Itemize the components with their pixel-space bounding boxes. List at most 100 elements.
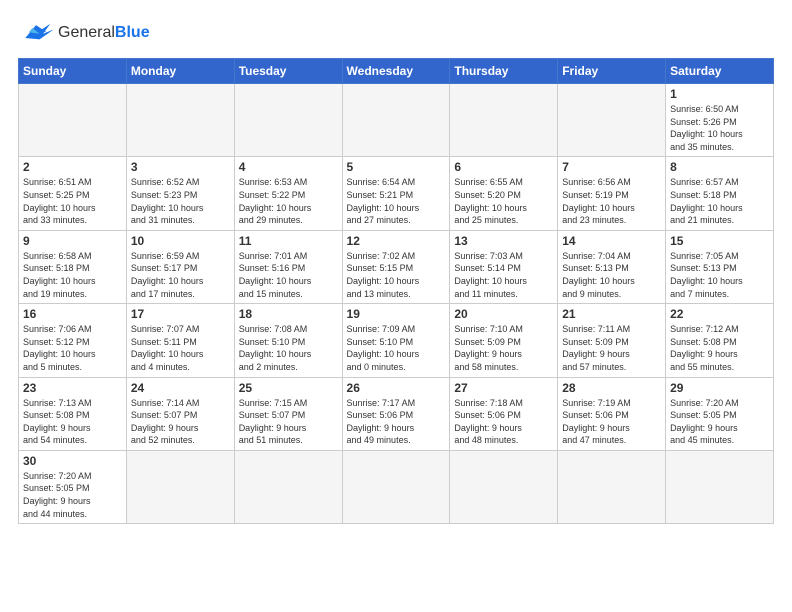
weekday-sunday: Sunday — [19, 59, 127, 84]
day-info: Sunrise: 6:56 AM Sunset: 5:19 PM Dayligh… — [562, 176, 661, 226]
day-number: 21 — [562, 307, 661, 321]
calendar-cell — [558, 84, 666, 157]
day-info: Sunrise: 6:57 AM Sunset: 5:18 PM Dayligh… — [670, 176, 769, 226]
week-row-5: 23 Sunrise: 7:13 AM Sunset: 5:08 PM Dayli… — [19, 377, 774, 450]
calendar-cell: 24Sunrise: 7:14 AM Sunset: 5:07 PM Dayli… — [126, 377, 234, 450]
day-number: 29 — [670, 381, 769, 395]
weekday-saturday: Saturday — [666, 59, 774, 84]
day-info: Sunrise: 7:19 AM Sunset: 5:06 PM Dayligh… — [562, 397, 661, 447]
calendar-cell: 2Sunrise: 6:51 AM Sunset: 5:25 PM Daylig… — [19, 157, 127, 230]
day-info: Sunrise: 6:59 AM Sunset: 5:17 PM Dayligh… — [131, 250, 230, 300]
day-number: 5 — [347, 160, 446, 174]
calendar-cell — [19, 84, 127, 157]
calendar-cell — [234, 450, 342, 523]
calendar-cell: 22Sunrise: 7:12 AM Sunset: 5:08 PM Dayli… — [666, 304, 774, 377]
day-info: Sunrise: 6:55 AM Sunset: 5:20 PM Dayligh… — [454, 176, 553, 226]
header: GeneralBlue — [18, 18, 774, 48]
day-info: Sunrise: 7:09 AM Sunset: 5:10 PM Dayligh… — [347, 323, 446, 373]
day-number: 7 — [562, 160, 661, 174]
day-info: Sunrise: 7:20 AM Sunset: 5:05 PM Dayligh… — [670, 397, 769, 447]
calendar-cell: 25Sunrise: 7:15 AM Sunset: 5:07 PM Dayli… — [234, 377, 342, 450]
day-info: Sunrise: 7:02 AM Sunset: 5:15 PM Dayligh… — [347, 250, 446, 300]
day-info: Sunrise: 7:01 AM Sunset: 5:16 PM Dayligh… — [239, 250, 338, 300]
calendar-cell: 9 Sunrise: 6:58 AM Sunset: 5:18 PM Daylig… — [19, 230, 127, 303]
day-number: 16 — [23, 307, 122, 321]
calendar-cell: 19Sunrise: 7:09 AM Sunset: 5:10 PM Dayli… — [342, 304, 450, 377]
calendar-cell: 30Sunrise: 7:20 AM Sunset: 5:05 PM Dayli… — [19, 450, 127, 523]
calendar-cell: 7 Sunrise: 6:56 AM Sunset: 5:19 PM Daylig… — [558, 157, 666, 230]
page: GeneralBlue SundayMondayTuesdayWednesday… — [0, 0, 792, 612]
day-info: Sunrise: 7:10 AM Sunset: 5:09 PM Dayligh… — [454, 323, 553, 373]
day-info: Sunrise: 7:18 AM Sunset: 5:06 PM Dayligh… — [454, 397, 553, 447]
calendar-cell: 20Sunrise: 7:10 AM Sunset: 5:09 PM Dayli… — [450, 304, 558, 377]
day-info: Sunrise: 6:52 AM Sunset: 5:23 PM Dayligh… — [131, 176, 230, 226]
calendar-cell — [126, 84, 234, 157]
day-number: 4 — [239, 160, 338, 174]
week-row-2: 2Sunrise: 6:51 AM Sunset: 5:25 PM Daylig… — [19, 157, 774, 230]
day-number: 3 — [131, 160, 230, 174]
calendar-cell: 23 Sunrise: 7:13 AM Sunset: 5:08 PM Dayli… — [19, 377, 127, 450]
week-row-4: 16 Sunrise: 7:06 AM Sunset: 5:12 PM Dayli… — [19, 304, 774, 377]
day-number: 28 — [562, 381, 661, 395]
calendar-cell — [234, 84, 342, 157]
calendar-cell: 1 Sunrise: 6:50 AM Sunset: 5:26 PM Daylig… — [666, 84, 774, 157]
weekday-header-row: SundayMondayTuesdayWednesdayThursdayFrid… — [19, 59, 774, 84]
day-info: Sunrise: 6:58 AM Sunset: 5:18 PM Dayligh… — [23, 250, 122, 300]
day-number: 12 — [347, 234, 446, 248]
day-number: 17 — [131, 307, 230, 321]
calendar-cell — [666, 450, 774, 523]
day-info: Sunrise: 6:53 AM Sunset: 5:22 PM Dayligh… — [239, 176, 338, 226]
day-info: Sunrise: 7:17 AM Sunset: 5:06 PM Dayligh… — [347, 397, 446, 447]
day-number: 27 — [454, 381, 553, 395]
calendar-cell: 4 Sunrise: 6:53 AM Sunset: 5:22 PM Daylig… — [234, 157, 342, 230]
day-number: 13 — [454, 234, 553, 248]
logo-text-block: GeneralBlue — [58, 24, 150, 42]
calendar-cell: 18 Sunrise: 7:08 AM Sunset: 5:10 PM Dayli… — [234, 304, 342, 377]
day-info: Sunrise: 7:15 AM Sunset: 5:07 PM Dayligh… — [239, 397, 338, 447]
calendar-cell — [342, 84, 450, 157]
week-row-1: 1 Sunrise: 6:50 AM Sunset: 5:26 PM Daylig… — [19, 84, 774, 157]
day-number: 14 — [562, 234, 661, 248]
calendar: SundayMondayTuesdayWednesdayThursdayFrid… — [18, 58, 774, 524]
day-number: 6 — [454, 160, 553, 174]
day-number: 24 — [131, 381, 230, 395]
day-info: Sunrise: 6:50 AM Sunset: 5:26 PM Dayligh… — [670, 103, 769, 153]
day-number: 8 — [670, 160, 769, 174]
day-number: 23 — [23, 381, 122, 395]
day-number: 10 — [131, 234, 230, 248]
day-number: 1 — [670, 87, 769, 101]
week-row-3: 9 Sunrise: 6:58 AM Sunset: 5:18 PM Daylig… — [19, 230, 774, 303]
day-info: Sunrise: 7:06 AM Sunset: 5:12 PM Dayligh… — [23, 323, 122, 373]
calendar-cell: 11 Sunrise: 7:01 AM Sunset: 5:16 PM Dayli… — [234, 230, 342, 303]
calendar-cell — [126, 450, 234, 523]
calendar-cell: 27 Sunrise: 7:18 AM Sunset: 5:06 PM Dayli… — [450, 377, 558, 450]
weekday-wednesday: Wednesday — [342, 59, 450, 84]
calendar-cell — [558, 450, 666, 523]
weekday-monday: Monday — [126, 59, 234, 84]
weekday-thursday: Thursday — [450, 59, 558, 84]
weekday-tuesday: Tuesday — [234, 59, 342, 84]
calendar-cell: 28 Sunrise: 7:19 AM Sunset: 5:06 PM Dayli… — [558, 377, 666, 450]
calendar-cell: 6 Sunrise: 6:55 AM Sunset: 5:20 PM Daylig… — [450, 157, 558, 230]
calendar-cell: 26Sunrise: 7:17 AM Sunset: 5:06 PM Dayli… — [342, 377, 450, 450]
day-number: 9 — [23, 234, 122, 248]
day-number: 15 — [670, 234, 769, 248]
day-info: Sunrise: 7:05 AM Sunset: 5:13 PM Dayligh… — [670, 250, 769, 300]
logo-icon — [18, 18, 54, 48]
day-number: 11 — [239, 234, 338, 248]
weekday-friday: Friday — [558, 59, 666, 84]
logo: GeneralBlue — [18, 18, 150, 48]
calendar-cell: 5Sunrise: 6:54 AM Sunset: 5:21 PM Daylig… — [342, 157, 450, 230]
day-info: Sunrise: 7:04 AM Sunset: 5:13 PM Dayligh… — [562, 250, 661, 300]
day-info: Sunrise: 7:07 AM Sunset: 5:11 PM Dayligh… — [131, 323, 230, 373]
calendar-cell: 12 Sunrise: 7:02 AM Sunset: 5:15 PM Dayli… — [342, 230, 450, 303]
day-info: Sunrise: 7:08 AM Sunset: 5:10 PM Dayligh… — [239, 323, 338, 373]
day-number: 22 — [670, 307, 769, 321]
day-number: 18 — [239, 307, 338, 321]
calendar-cell: 29 Sunrise: 7:20 AM Sunset: 5:05 PM Dayli… — [666, 377, 774, 450]
calendar-cell: 3 Sunrise: 6:52 AM Sunset: 5:23 PM Daylig… — [126, 157, 234, 230]
day-info: Sunrise: 7:13 AM Sunset: 5:08 PM Dayligh… — [23, 397, 122, 447]
calendar-cell: 13 Sunrise: 7:03 AM Sunset: 5:14 PM Dayli… — [450, 230, 558, 303]
calendar-cell: 10 Sunrise: 6:59 AM Sunset: 5:17 PM Dayli… — [126, 230, 234, 303]
day-info: Sunrise: 7:03 AM Sunset: 5:14 PM Dayligh… — [454, 250, 553, 300]
